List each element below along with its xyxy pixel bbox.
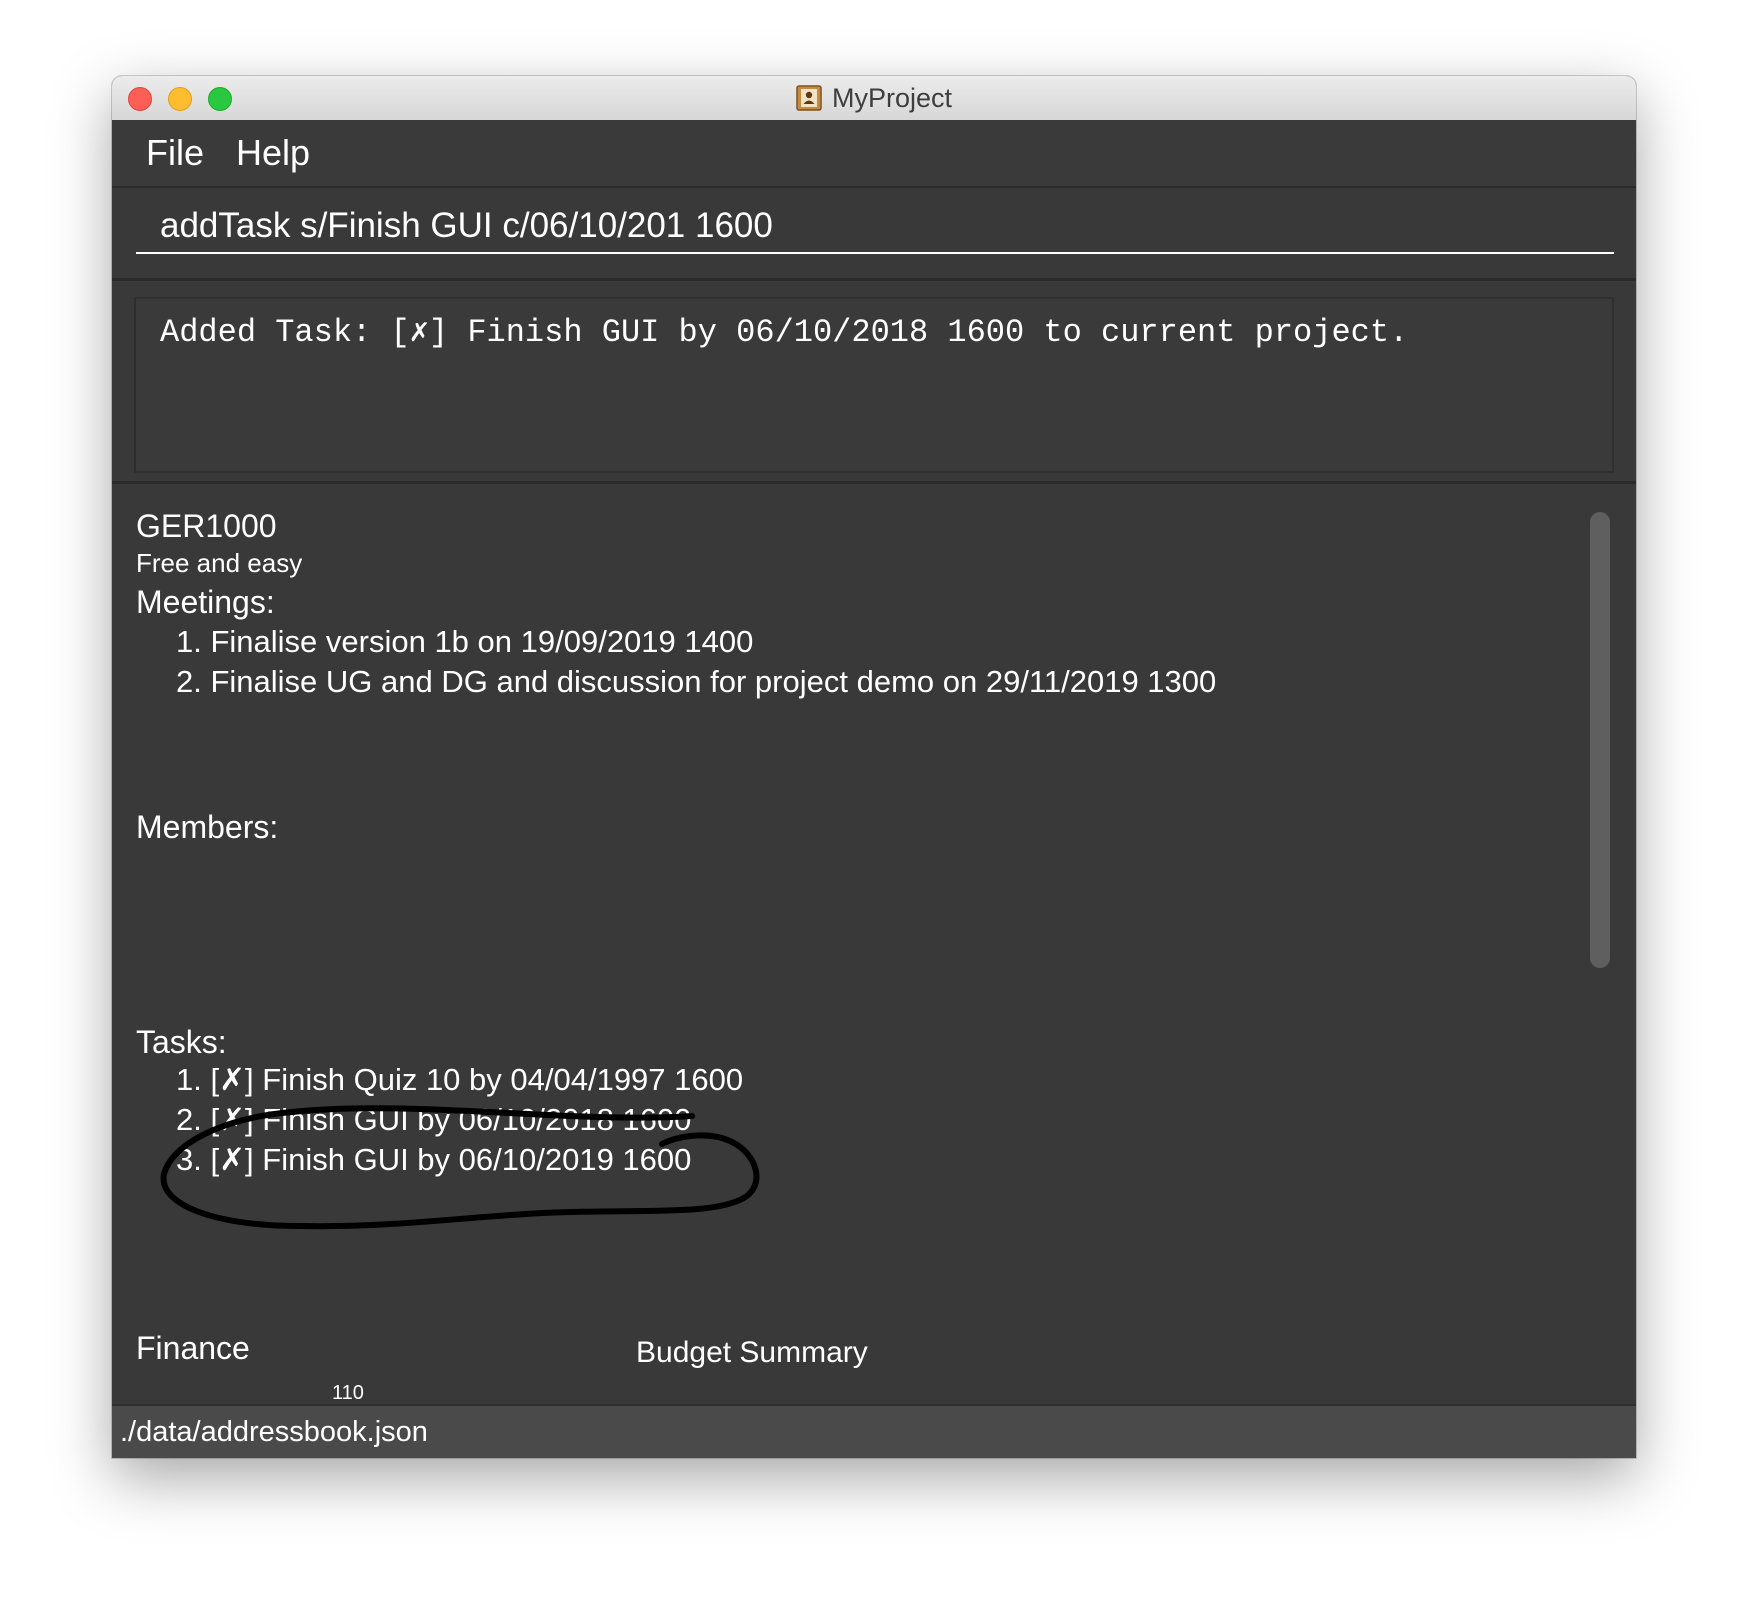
- task-item: 3. [✗] Finish GUI by 06/10/2019 1600: [176, 1142, 692, 1177]
- vertical-scrollbar[interactable]: [1590, 512, 1610, 968]
- status-bar: ./data/addressbook.json: [112, 1404, 1636, 1458]
- command-box-area: [112, 188, 1636, 281]
- command-input[interactable]: [136, 200, 1614, 254]
- meeting-item: 1. Finalise version 1b on 19/09/2019 140…: [176, 624, 754, 659]
- address-book-icon: [796, 85, 822, 111]
- result-display[interactable]: Added Task: [✗] Finish GUI by 06/10/2018…: [134, 297, 1614, 473]
- title-wrap: MyProject: [112, 76, 1636, 120]
- data-file-path: ./data/addressbook.json: [120, 1416, 428, 1448]
- budget-axis-tick: 110: [332, 1382, 364, 1404]
- title-bar[interactable]: MyProject: [112, 76, 1636, 121]
- project-name: GER1000: [136, 508, 277, 544]
- project-description: Free and easy: [136, 548, 303, 578]
- task-item: 2. [✗] Finish GUI by 06/10/2018 1600: [176, 1102, 692, 1137]
- budget-summary-title: Budget Summary: [636, 1336, 868, 1369]
- project-panel: GER1000 Free and easy Meetings: 1. Final…: [112, 484, 1636, 1404]
- finance-heading: Finance: [136, 1330, 250, 1366]
- menu-help[interactable]: Help: [236, 132, 310, 174]
- members-heading: Members:: [136, 809, 279, 845]
- menu-file[interactable]: File: [146, 132, 204, 174]
- meeting-item: 2. Finalise UG and DG and discussion for…: [176, 664, 1217, 699]
- result-text: Added Task: [✗] Finish GUI by 06/10/2018…: [160, 314, 1409, 351]
- app-window: MyProject File Help Added Task: [✗] Fini…: [112, 76, 1636, 1458]
- task-item: 1. [✗] Finish Quiz 10 by 04/04/1997 1600: [176, 1062, 744, 1097]
- menu-bar: File Help: [112, 120, 1636, 188]
- meetings-heading: Meetings:: [136, 584, 275, 620]
- result-display-area: Added Task: [✗] Finish GUI by 06/10/2018…: [112, 281, 1636, 484]
- tasks-heading: Tasks:: [136, 1024, 227, 1060]
- scrollbar-thumb[interactable]: [1590, 512, 1610, 968]
- window-title: MyProject: [831, 82, 953, 113]
